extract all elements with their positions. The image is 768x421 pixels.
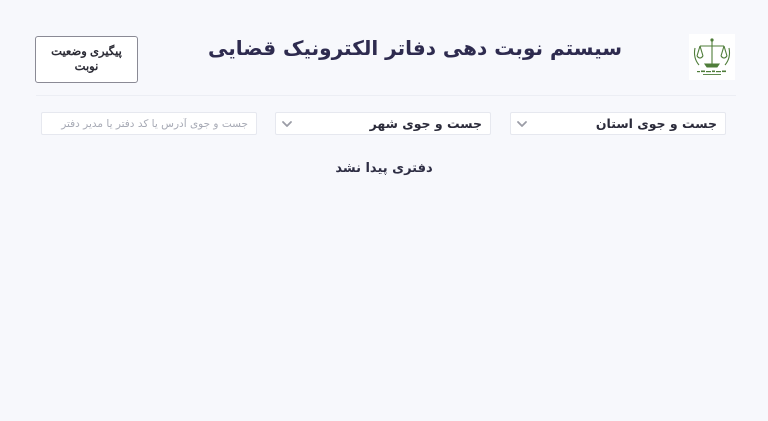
province-select[interactable]: جست و جوی استان: [510, 112, 726, 135]
header: سیستم نوبت دهی دفاتر الکترونیک قضایی پیگ…: [0, 0, 768, 95]
office-search-field: [41, 112, 257, 135]
header-divider: [36, 95, 736, 96]
chevron-down-icon: [517, 121, 527, 127]
empty-results-message: دفتری پیدا نشد: [335, 161, 433, 176]
city-select-label: جست و جوی شهر: [369, 116, 482, 131]
track-appointment-button[interactable]: پیگیری وضعیت نوبت: [35, 36, 138, 83]
scales-of-justice-icon: [693, 38, 731, 75]
logo: [689, 34, 735, 80]
page: سیستم نوبت دهی دفاتر الکترونیک قضایی پیگ…: [0, 0, 768, 421]
page-title: سیستم نوبت دهی دفاتر الکترونیک قضایی: [207, 36, 622, 60]
province-select-label: جست و جوی استان: [595, 116, 717, 131]
city-select[interactable]: جست و جوی شهر: [275, 112, 491, 135]
office-search-input[interactable]: [42, 113, 256, 134]
chevron-down-icon: [282, 121, 292, 127]
